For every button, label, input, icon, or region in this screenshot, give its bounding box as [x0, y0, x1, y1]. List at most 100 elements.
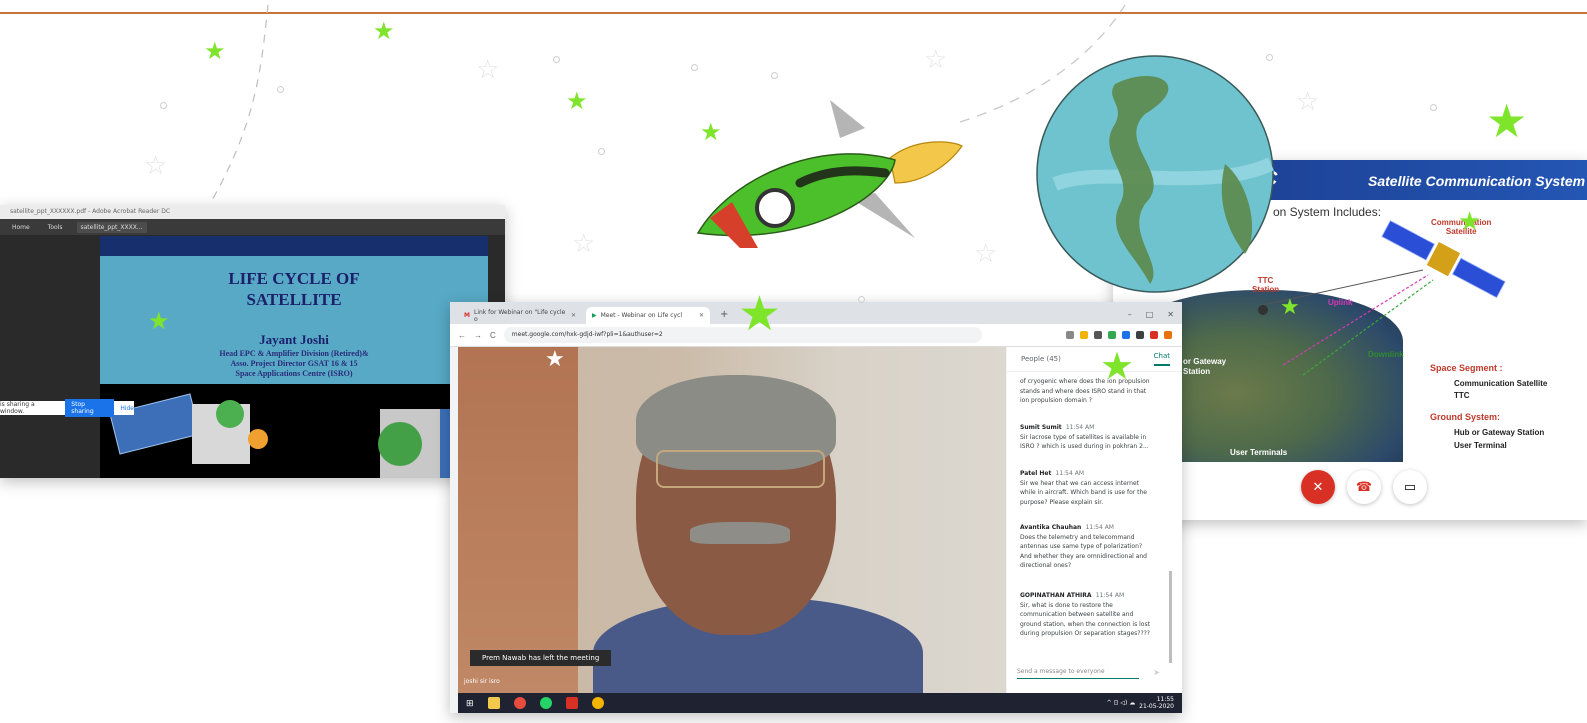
address-bar: ← → C meet.google.com/hxk-gdjd-iwf?pli=1…	[450, 324, 1182, 347]
decorative-circle	[1266, 54, 1273, 61]
decorative-circle	[691, 64, 698, 71]
camera-icon[interactable]: ▭	[1393, 470, 1427, 504]
decorative-circle	[160, 102, 167, 109]
chat-scrollbar[interactable]	[1169, 571, 1172, 663]
camera-indicator-icon[interactable]	[1066, 331, 1074, 339]
pdf-tabbar: Home Tools satellite_ppt_XXXX...	[0, 219, 505, 235]
windows-start-icon[interactable]: ⊞	[466, 698, 474, 709]
chat-time: 11:54 AM	[1065, 424, 1095, 431]
green-star-icon: ★	[1280, 294, 1300, 319]
extension-icon[interactable]	[1094, 331, 1102, 339]
browser-tab-gmail[interactable]: M Link for Webinar on "Life cycle o ✕	[458, 307, 582, 324]
close-window-icon[interactable]: ✕	[1167, 310, 1174, 319]
chat-message: Patel Het 11:54 AM Sir we hear that we c…	[1020, 469, 1155, 507]
extension-icon[interactable]	[1122, 331, 1130, 339]
chat-sender: Patel Het 11:54 AM	[1020, 469, 1155, 479]
hang-up-icon[interactable]: ☎	[1347, 470, 1381, 504]
chat-sender: Avantika Chauhan 11:54 AM	[1020, 523, 1155, 533]
green-star-icon: ★	[738, 288, 782, 341]
extension-icon[interactable]	[1136, 331, 1144, 339]
outline-star-icon: ☆	[144, 150, 168, 180]
green-star-icon: ★	[566, 88, 588, 115]
file-explorer-icon[interactable]	[487, 697, 500, 709]
decorative-circle	[1430, 104, 1437, 111]
speaker-glasses	[656, 450, 825, 488]
speaker-video: Prem Nawab has left the meeting joshi si…	[458, 347, 1006, 693]
pdf-slide-page: LIFE CYCLE OF SATELLITE Jayant Joshi Hea…	[100, 236, 488, 478]
acrobat-icon[interactable]	[565, 697, 578, 709]
stop-sharing-button[interactable]: Stop sharing	[65, 399, 115, 417]
window-controls: – □ ✕	[1128, 310, 1174, 324]
speaker-name: joshi sir isro	[464, 678, 500, 685]
chat-message: GOPINATHAN ATHIRA 11:54 AM Sir, what is …	[1020, 591, 1155, 639]
gmail-icon: M	[464, 312, 470, 319]
green-star-icon: ★	[700, 119, 722, 146]
maximize-icon[interactable]: □	[1146, 310, 1154, 319]
slide-role-line3: Space Applications Centre (ISRO)	[235, 369, 353, 378]
green-star-icon: ★	[148, 308, 170, 335]
pdf-tab-tools[interactable]: Tools	[44, 222, 67, 233]
chrome-icon[interactable]	[513, 697, 526, 709]
panel-tabs: People (45) Chat	[1007, 347, 1182, 372]
chat-message: Avantika Chauhan 11:54 AM Does the telem…	[1020, 523, 1155, 571]
white-star-icon: ★	[545, 346, 565, 371]
green-star-icon: ★	[1458, 206, 1482, 236]
forward-icon[interactable]: →	[474, 331, 482, 340]
ground-system-heading: Ground System:	[1430, 412, 1501, 422]
chat-sender-name: GOPINATHAN ATHIRA	[1020, 592, 1092, 599]
mic-off-icon[interactable]: ✕	[1301, 470, 1335, 504]
satellite-illustration	[109, 393, 488, 478]
extension-icon[interactable]	[1150, 331, 1158, 339]
share-message: is sharing a window.	[0, 401, 35, 415]
tray-icons[interactable]: ^ ⊡ ◁) ☁	[1107, 700, 1136, 707]
clock-date: 21-05-2020	[1139, 703, 1174, 710]
windows-taskbar: ⊞ ^ ⊡ ◁) ☁ 11:55 21-05-2020	[458, 693, 1182, 713]
pdf-tab-home[interactable]: Home	[8, 222, 34, 233]
pdf-tab-document[interactable]: satellite_ppt_XXXX...	[76, 221, 147, 233]
decorative-circle	[277, 86, 284, 93]
extension-icon[interactable]	[1108, 331, 1116, 339]
globe-illustration	[1036, 55, 1274, 293]
bookmark-star-icon[interactable]	[1080, 331, 1088, 339]
reload-icon[interactable]: C	[490, 331, 496, 340]
gateway-label-line1: or Gateway	[1183, 357, 1227, 366]
decorative-circle	[553, 56, 560, 63]
new-tab-button[interactable]: +	[714, 309, 734, 324]
screen-share-bar: is sharing a window. Stop sharing Hide	[0, 399, 134, 417]
chat-message-text: Sir lacrose type of satellites is availa…	[1020, 433, 1149, 451]
whatsapp-icon[interactable]	[539, 697, 552, 709]
browser-tab-meet[interactable]: ▶ Meet - Webinar on Life cycl ✕	[586, 307, 710, 324]
minimize-icon[interactable]: –	[1128, 310, 1132, 319]
chat-message-text: Sir we hear that we can access internet …	[1020, 479, 1147, 506]
slide-title-line2: SATELLITE	[246, 290, 342, 309]
system-tray: ^ ⊡ ◁) ☁ 11:55 21-05-2020	[1107, 696, 1174, 710]
chat-sender: Sumit Sumit 11:54 AM	[1020, 423, 1155, 433]
green-star-icon: ★	[373, 18, 395, 45]
chat-time: 11:54 AM	[1085, 524, 1114, 531]
decorative-circle	[598, 148, 605, 155]
hide-button[interactable]: Hide	[120, 405, 134, 412]
space-segment-heading: Space Segment :	[1430, 363, 1503, 373]
back-icon[interactable]: ←	[458, 331, 466, 340]
clock[interactable]: 11:55 21-05-2020	[1139, 696, 1174, 710]
pdf-viewer-window: satellite_ppt_XXXXXX.pdf - Adobe Acrobat…	[0, 205, 505, 478]
outline-star-icon: ☆	[476, 54, 500, 84]
people-tab[interactable]: People (45)	[1021, 355, 1061, 363]
chat-sender: GOPINATHAN ATHIRA 11:54 AM	[1020, 591, 1155, 601]
chat-input[interactable]: Send a message to everyone	[1017, 668, 1139, 679]
ground-system-item: Hub or Gateway Station	[1454, 428, 1545, 437]
gateway-label: or Gateway Station	[1183, 357, 1226, 377]
outline-star-icon: ☆	[974, 238, 998, 268]
close-icon[interactable]: ✕	[571, 312, 576, 319]
chat-sender-name: Patel Het	[1020, 470, 1052, 477]
chat-sender-name: Avantika Chauhan	[1020, 524, 1082, 531]
close-icon[interactable]: ✕	[699, 312, 704, 319]
space-segment-item: TTC	[1454, 391, 1470, 400]
send-icon[interactable]: ➤	[1153, 668, 1160, 677]
chat-tab[interactable]: Chat	[1153, 352, 1170, 366]
extension-icon[interactable]	[1164, 331, 1172, 339]
meet-icon: ▶	[592, 312, 597, 319]
user-terminals-label: User Terminals	[1230, 448, 1288, 457]
chrome-canary-icon[interactable]	[591, 697, 604, 709]
pdf-titlebar: satellite_ppt_XXXXXX.pdf - Adobe Acrobat…	[0, 205, 505, 219]
